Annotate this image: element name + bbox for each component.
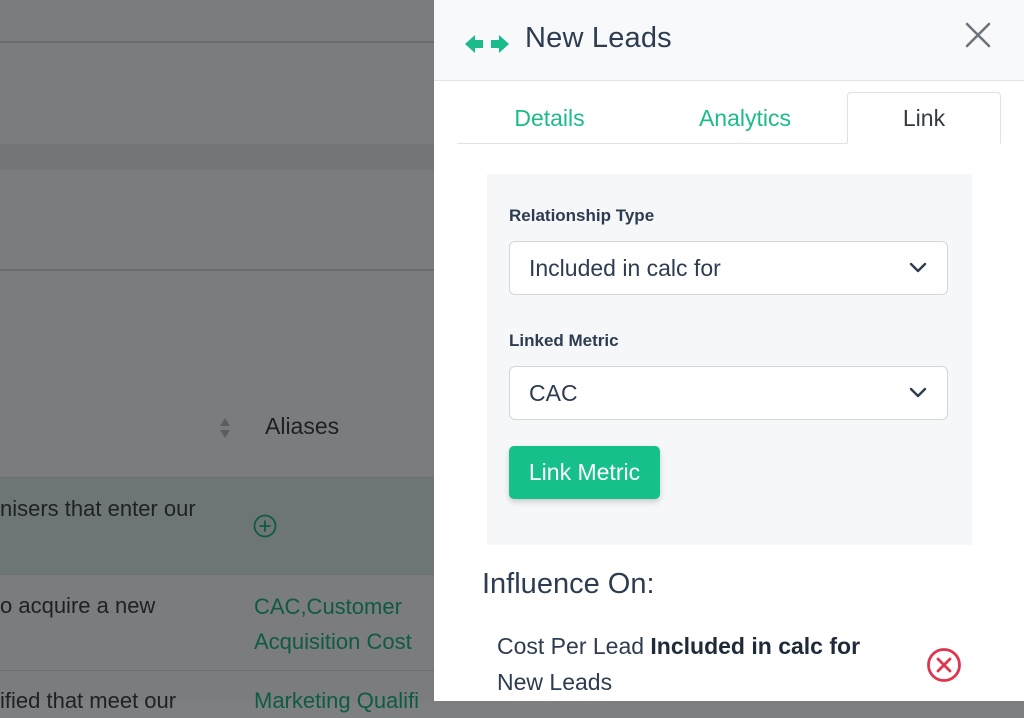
table-row-highlight (0, 478, 434, 574)
chevron-down-icon (909, 387, 927, 398)
add-alias-icon[interactable] (253, 514, 277, 538)
divider (0, 41, 434, 43)
influence-item: Cost Per Lead Included in calc for New L… (497, 628, 917, 700)
divider (0, 574, 434, 575)
bidirectional-arrows-icon (465, 35, 509, 53)
drawer-tabs: Details Analytics Link (457, 92, 1001, 144)
relationship-type-label: Relationship Type (509, 206, 655, 225)
drawer-header: New Leads (434, 0, 1024, 81)
alias-link[interactable]: CAC,Customer (254, 589, 402, 624)
tab-analytics[interactable]: Analytics (650, 93, 840, 143)
drawer-title: New Leads (525, 22, 672, 54)
relationship-type-value: Included in calc for (529, 255, 721, 281)
divider (0, 269, 434, 271)
table-cell-description: nisers that enter our (0, 496, 196, 521)
table-cell-description: o acquire a new (0, 593, 156, 618)
link-metric-button[interactable]: Link Metric (509, 446, 660, 499)
tab-details[interactable]: Details (457, 93, 642, 143)
linked-metric-label: Linked Metric (509, 331, 619, 350)
chevron-down-icon (909, 262, 927, 273)
table-cell-description: ified that meet our (0, 688, 177, 713)
sort-icon[interactable] (218, 416, 232, 440)
relationship-type-select[interactable]: Included in calc for (509, 241, 948, 295)
remove-link-icon[interactable] (926, 647, 962, 683)
divider (0, 477, 434, 478)
linked-metric-select[interactable]: CAC (509, 366, 948, 420)
section-band (0, 144, 434, 170)
close-icon[interactable] (963, 20, 993, 50)
alias-link[interactable]: Acquisition Cost (254, 624, 412, 659)
influence-target: New Leads (497, 669, 613, 695)
metric-drawer: New Leads Details Analytics Link Relatio… (434, 0, 1024, 701)
linked-metric-value: CAC (529, 380, 578, 406)
tab-link[interactable]: Link (847, 92, 1001, 144)
influence-title: Influence On: (482, 568, 655, 600)
divider (0, 670, 434, 671)
aliases-column-header[interactable]: Aliases (265, 413, 339, 440)
influence-relation: Included in calc for (650, 633, 861, 659)
link-form: Relationship Type Included in calc for L… (487, 174, 972, 545)
influence-source: Cost Per Lead (497, 633, 645, 659)
